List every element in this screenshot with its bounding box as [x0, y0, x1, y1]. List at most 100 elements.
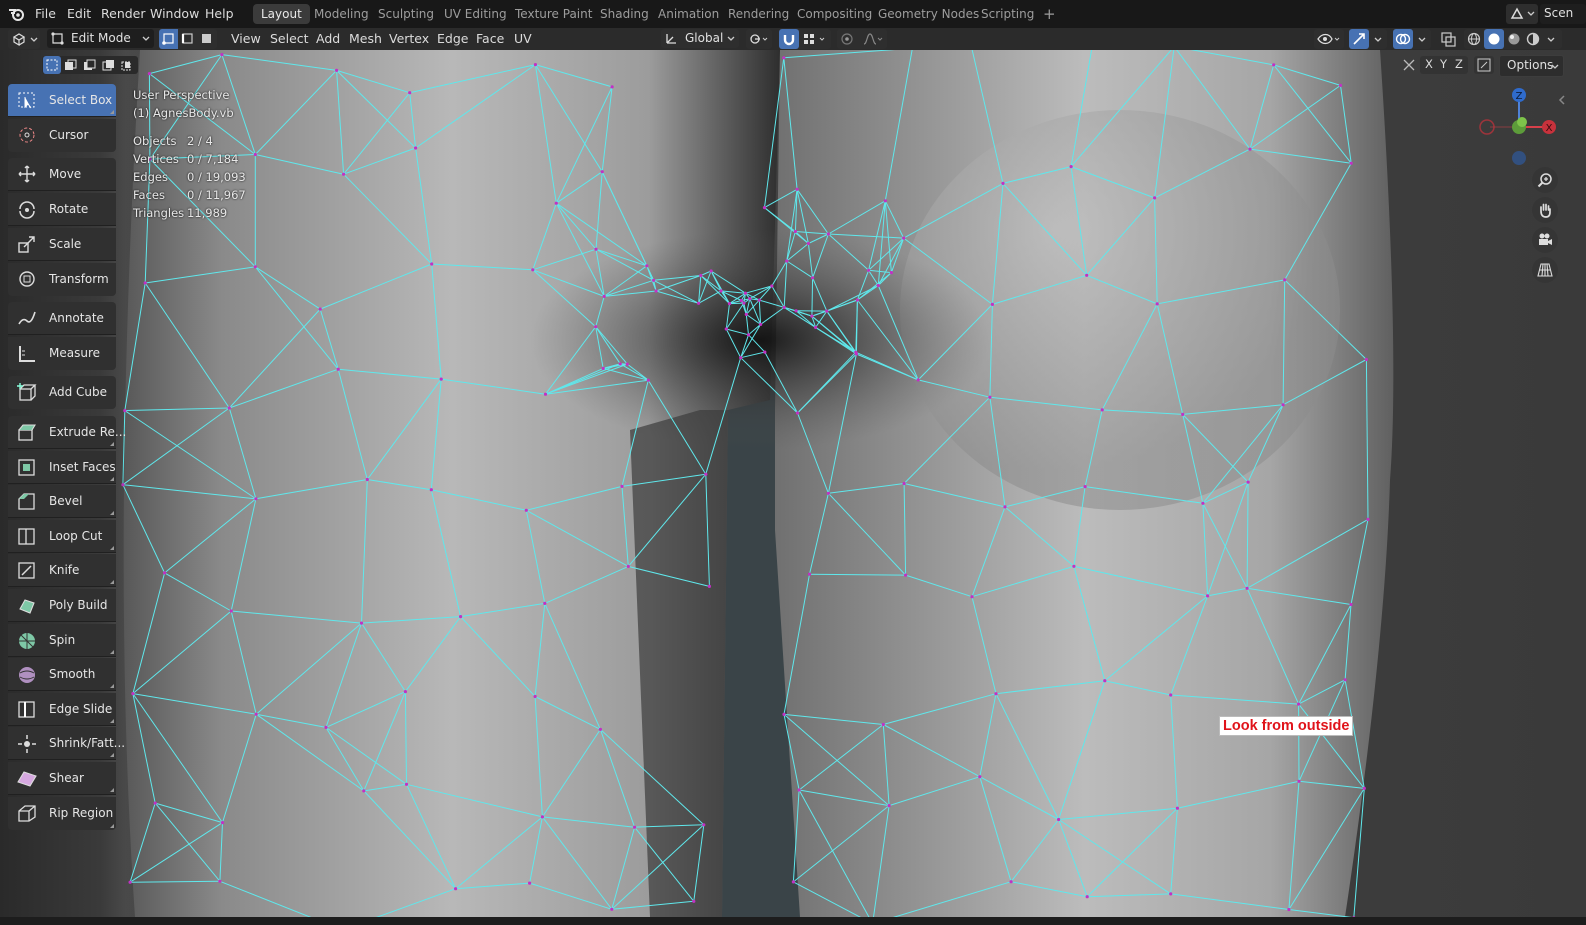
tool-shear[interactable]: Shear	[8, 762, 116, 795]
mesh-vertex[interactable]	[759, 322, 763, 326]
tool-add-cube[interactable]: Add Cube	[8, 376, 116, 409]
mesh-vertex[interactable]	[594, 247, 598, 251]
mesh-vertex[interactable]	[335, 68, 339, 72]
mesh-vertex[interactable]	[602, 294, 606, 298]
mesh-vertex[interactable]	[1069, 165, 1073, 169]
mesh-vertex[interactable]	[454, 887, 458, 891]
mesh-vertex[interactable]	[403, 690, 407, 694]
mesh-vertex[interactable]	[229, 609, 233, 613]
mesh-vertex[interactable]	[855, 298, 860, 302]
tool-measure[interactable]: Measure	[8, 337, 116, 370]
menu-add[interactable]: Add	[316, 31, 340, 46]
mesh-vertex[interactable]	[746, 333, 751, 337]
mesh-vertex[interactable]	[793, 229, 798, 234]
mesh-vertex[interactable]	[143, 281, 147, 285]
scene-selector[interactable]	[1506, 4, 1538, 24]
menu-mesh[interactable]: Mesh	[349, 31, 382, 46]
mesh-vertex[interactable]	[742, 301, 746, 305]
menu-view[interactable]: View	[231, 31, 261, 46]
menu-face[interactable]: Face	[476, 31, 504, 46]
menu-edit[interactable]: Edit	[67, 6, 91, 21]
mesh-vertex[interactable]	[727, 302, 732, 306]
material-preview-icon[interactable]	[1507, 32, 1521, 46]
mesh-vertex[interactable]	[359, 621, 364, 625]
mesh-vertex[interactable]	[531, 268, 535, 272]
select-intersect-icon[interactable]	[121, 59, 135, 71]
mode-dropdown[interactable]: Edit Mode	[47, 29, 154, 48]
mesh-vertex[interactable]	[797, 788, 801, 792]
tab-animation[interactable]: Animation	[650, 4, 727, 24]
mesh-vertex[interactable]	[794, 309, 798, 313]
mesh-vertex[interactable]	[1201, 501, 1205, 505]
mesh-vertex[interactable]	[782, 56, 786, 60]
tool-select-box[interactable]: Select Box	[8, 84, 116, 117]
tab-scripting[interactable]: Scripting	[973, 4, 1042, 24]
perspective-toggle-button[interactable]	[1532, 257, 1558, 283]
mesh-vertex[interactable]	[540, 815, 545, 819]
mesh-vertex[interactable]	[826, 232, 831, 236]
mesh-vertex[interactable]	[594, 325, 598, 329]
mesh-vertex[interactable]	[528, 881, 532, 885]
mesh-vertex[interactable]	[1103, 679, 1107, 683]
mirror-y-toggle[interactable]: Y	[1440, 57, 1447, 71]
mesh-vertex[interactable]	[1349, 602, 1353, 607]
mesh-vertex[interactable]	[524, 508, 528, 512]
gizmo-neg-z-axis[interactable]	[1512, 151, 1526, 165]
mesh-vertex[interactable]	[1349, 161, 1353, 165]
wireframe-shading-icon[interactable]	[1467, 32, 1481, 46]
mesh-vertex[interactable]	[1338, 83, 1343, 87]
tool-move[interactable]: Move	[8, 158, 116, 191]
solid-shading-button[interactable]	[1484, 29, 1504, 49]
mesh-vertex[interactable]	[147, 72, 151, 76]
edge-select-mode-button[interactable]	[178, 29, 197, 49]
snap-increment-icon[interactable]	[803, 32, 829, 46]
mesh-vertex[interactable]	[876, 283, 880, 288]
mesh-vertex[interactable]	[218, 879, 222, 883]
mesh-vertex[interactable]	[253, 265, 257, 269]
mesh-vertex[interactable]	[365, 477, 369, 482]
mesh-vertex[interactable]	[1248, 147, 1252, 151]
mesh-vertex[interactable]	[336, 367, 340, 371]
tab-uv-editing[interactable]: UV Editing	[436, 4, 515, 24]
mesh-vertex[interactable]	[1281, 403, 1285, 407]
mesh-vertex[interactable]	[904, 573, 908, 577]
tool-bevel[interactable]: Bevel	[8, 485, 116, 518]
select-invert-icon[interactable]	[102, 59, 116, 71]
tool-scale[interactable]: Scale	[8, 228, 116, 261]
tab-rendering[interactable]: Rendering	[720, 4, 797, 24]
tool-transform[interactable]: Transform	[8, 263, 116, 296]
mesh-vertex[interactable]	[598, 727, 603, 732]
tab-sculpting[interactable]: Sculpting	[370, 4, 442, 24]
mesh-vertex[interactable]	[1246, 480, 1250, 484]
mesh-vertex[interactable]	[719, 289, 723, 293]
mesh-vertex[interactable]	[724, 327, 728, 331]
mesh-vertex[interactable]	[762, 206, 767, 210]
mesh-vertex[interactable]	[652, 278, 656, 282]
mesh-vertex[interactable]	[1083, 485, 1087, 489]
mesh-vertex[interactable]	[1169, 693, 1173, 697]
blender-logo-icon[interactable]	[8, 6, 26, 22]
mesh-vertex[interactable]	[692, 899, 696, 903]
mesh-vertex[interactable]	[748, 297, 752, 301]
mesh-vertex[interactable]	[757, 298, 761, 302]
tool-shrink-fatt[interactable]: Shrink/Fatt...	[8, 727, 125, 760]
mesh-vertex[interactable]	[1085, 895, 1089, 899]
proportional-editing-group[interactable]	[837, 29, 887, 49]
mesh-vertex[interactable]	[889, 271, 894, 275]
mesh-vertex[interactable]	[1272, 63, 1276, 67]
mesh-vertex[interactable]	[902, 236, 906, 240]
auto-merge-button[interactable]	[1474, 56, 1494, 74]
menu-select[interactable]: Select	[270, 31, 309, 46]
mesh-vertex[interactable]	[988, 395, 992, 399]
mesh-vertex[interactable]	[610, 85, 614, 89]
mesh-vertex[interactable]	[414, 146, 418, 150]
mesh-vertex[interactable]	[318, 307, 322, 311]
mesh-vertex[interactable]	[1057, 817, 1061, 822]
mirror-x-toggle[interactable]: X	[1425, 57, 1433, 71]
rendered-shading-icon[interactable]	[1526, 32, 1540, 46]
tool-rip-region[interactable]: Rip Region	[8, 797, 116, 830]
tab-modeling[interactable]: Modeling	[306, 4, 377, 24]
gizmo-toggle-group[interactable]	[1349, 29, 1387, 49]
mesh-vertex[interactable]	[704, 472, 708, 476]
menu-render[interactable]: Render	[101, 6, 146, 21]
